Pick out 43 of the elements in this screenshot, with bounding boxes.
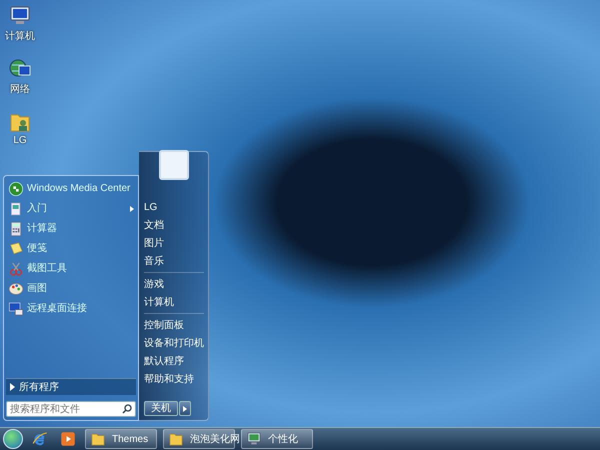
place-item[interactable]: 帮助和支持 bbox=[144, 370, 204, 388]
place-item[interactable]: 图片 bbox=[144, 234, 204, 252]
program-item[interactable]: 便笺 bbox=[6, 239, 136, 259]
place-item[interactable]: LG bbox=[144, 198, 204, 216]
place-item[interactable]: 默认程序 bbox=[144, 352, 204, 370]
program-item[interactable]: Windows Media Center bbox=[6, 179, 136, 199]
program-item[interactable]: 画图 bbox=[6, 279, 136, 299]
palette-icon bbox=[8, 281, 24, 297]
scissors-icon bbox=[8, 261, 24, 277]
program-item[interactable]: 计算器 bbox=[6, 219, 136, 239]
desktop-icon-label[interactable]: 计算机 bbox=[5, 29, 35, 43]
program-item[interactable]: 入门 bbox=[6, 199, 136, 219]
taskbar-button[interactable]: 个性化 bbox=[241, 429, 313, 449]
shutdown-options-button[interactable] bbox=[179, 401, 191, 416]
all-programs-item[interactable]: 所有程序 bbox=[6, 378, 136, 395]
place-item[interactable]: 音乐 bbox=[144, 252, 204, 270]
place-item[interactable]: 计算机 bbox=[144, 293, 204, 311]
program-item[interactable]: 远程桌面连接 bbox=[6, 299, 136, 319]
browser-e-icon bbox=[31, 430, 49, 448]
start-button[interactable] bbox=[3, 429, 23, 449]
arrow-icon bbox=[183, 406, 187, 412]
remote-desktop-icon bbox=[8, 301, 24, 317]
folder-icon bbox=[168, 431, 184, 447]
desktop-icon-label[interactable]: 网络 bbox=[10, 82, 30, 96]
program-item[interactable]: 截图工具 bbox=[6, 259, 136, 279]
place-item[interactable]: 游戏 bbox=[144, 275, 204, 293]
orb-icon bbox=[8, 181, 24, 197]
note-icon bbox=[8, 241, 24, 257]
triangle-icon bbox=[10, 383, 15, 391]
folder-icon bbox=[90, 431, 106, 447]
place-item[interactable]: 控制面板 bbox=[144, 316, 204, 334]
place-item[interactable]: 文档 bbox=[144, 216, 204, 234]
search-icon bbox=[122, 404, 132, 414]
shutdown-button[interactable]: 关机 bbox=[144, 401, 178, 416]
monitor-icon bbox=[246, 431, 262, 447]
desktop-icon-label[interactable]: LG bbox=[13, 135, 27, 146]
user-picture bbox=[159, 150, 189, 180]
play-icon bbox=[59, 430, 77, 448]
submenu-arrow-icon bbox=[130, 206, 134, 212]
search-field[interactable]: 搜索程序和文件 bbox=[6, 401, 136, 417]
calculator-icon bbox=[8, 221, 24, 237]
taskbar-button[interactable]: Themes bbox=[85, 429, 157, 449]
place-item[interactable]: 设备和打印机 bbox=[144, 334, 204, 352]
